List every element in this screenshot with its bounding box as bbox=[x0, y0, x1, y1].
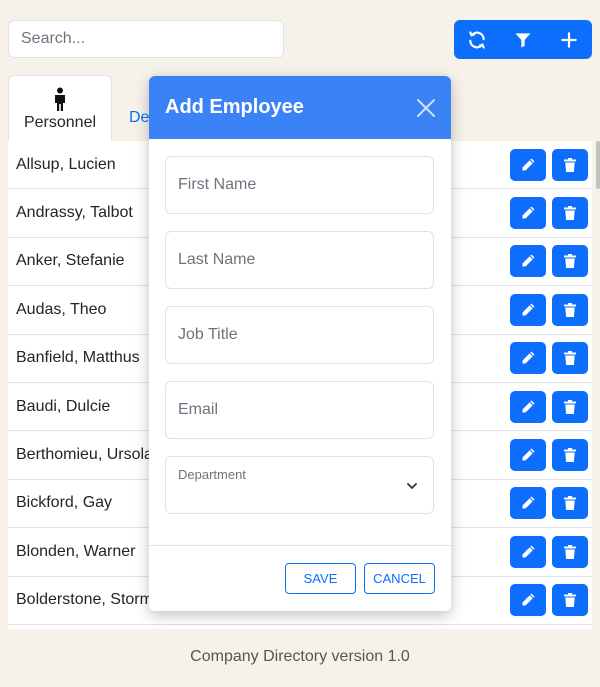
search-input[interactable] bbox=[8, 20, 284, 58]
pencil-icon bbox=[522, 448, 535, 461]
plus-icon bbox=[561, 31, 577, 48]
delete-button[interactable] bbox=[552, 245, 588, 278]
edit-button[interactable] bbox=[510, 293, 546, 326]
scrollbar[interactable] bbox=[596, 141, 600, 189]
delete-button[interactable] bbox=[552, 535, 588, 568]
pencil-icon bbox=[522, 496, 535, 509]
delete-button[interactable] bbox=[552, 390, 588, 423]
job-title-field[interactable]: Job Title bbox=[165, 306, 434, 364]
row-actions bbox=[510, 197, 588, 230]
edit-button[interactable] bbox=[510, 342, 546, 375]
trash-icon bbox=[564, 157, 576, 172]
pencil-icon bbox=[522, 400, 535, 413]
row-actions bbox=[510, 535, 588, 568]
job-title-placeholder: Job Title bbox=[178, 326, 238, 343]
row-actions bbox=[510, 342, 588, 375]
close-icon[interactable] bbox=[415, 97, 437, 119]
delete-button[interactable] bbox=[552, 293, 588, 326]
modal-body: First Name Last Name Job Title Email Dep… bbox=[149, 139, 451, 514]
pencil-icon bbox=[522, 545, 535, 558]
refresh-button[interactable] bbox=[454, 20, 500, 59]
trash-icon bbox=[564, 593, 576, 608]
row-actions bbox=[510, 245, 588, 278]
employee-name: Audas, Theo bbox=[16, 300, 107, 318]
employee-name: Anker, Stefanie bbox=[16, 252, 125, 270]
first-name-placeholder: First Name bbox=[178, 176, 257, 193]
toolbar bbox=[454, 20, 592, 59]
employee-name: Banfield, Matthus bbox=[16, 349, 140, 367]
tab-personnel[interactable]: Personnel bbox=[8, 75, 112, 141]
pencil-icon bbox=[522, 158, 535, 171]
edit-button[interactable] bbox=[510, 439, 546, 472]
row-actions bbox=[510, 487, 588, 520]
edit-button[interactable] bbox=[510, 535, 546, 568]
trash-icon bbox=[564, 496, 576, 511]
trash-icon bbox=[564, 399, 576, 414]
delete-button[interactable] bbox=[552, 487, 588, 520]
tab-departments[interactable]: De bbox=[129, 109, 149, 127]
footer-text: Company Directory version 1.0 bbox=[190, 648, 410, 665]
save-button[interactable]: SAVE bbox=[285, 563, 356, 594]
trash-icon bbox=[564, 351, 576, 366]
row-actions bbox=[510, 584, 588, 617]
employee-name: Allsup, Lucien bbox=[16, 155, 116, 173]
edit-button[interactable] bbox=[510, 197, 546, 230]
add-employee-modal: Add Employee First Name Last Name Job Ti… bbox=[149, 76, 451, 611]
employee-name: Andrassy, Talbot bbox=[16, 204, 133, 222]
employee-name: Baudi, Dulcie bbox=[16, 397, 111, 415]
department-label: Department bbox=[178, 467, 246, 482]
trash-icon bbox=[564, 254, 576, 269]
row-actions bbox=[510, 148, 588, 181]
last-name-placeholder: Last Name bbox=[178, 251, 256, 268]
delete-button[interactable] bbox=[552, 439, 588, 472]
row-actions bbox=[510, 439, 588, 472]
edit-button[interactable] bbox=[510, 487, 546, 520]
trash-icon bbox=[564, 206, 576, 221]
refresh-icon bbox=[469, 30, 485, 49]
email-placeholder: Email bbox=[178, 401, 219, 418]
pencil-icon bbox=[522, 593, 535, 606]
chevron-down-icon bbox=[407, 483, 417, 489]
pencil-icon bbox=[522, 206, 535, 219]
modal-title: Add Employee bbox=[165, 96, 304, 118]
delete-button[interactable] bbox=[552, 197, 588, 230]
delete-button[interactable] bbox=[552, 584, 588, 617]
first-name-field[interactable]: First Name bbox=[165, 156, 434, 214]
edit-button[interactable] bbox=[510, 584, 546, 617]
pencil-icon bbox=[522, 351, 535, 364]
department-select[interactable]: Department bbox=[165, 456, 434, 514]
email-field[interactable]: Email bbox=[165, 381, 434, 439]
trash-icon bbox=[564, 302, 576, 317]
add-button[interactable] bbox=[546, 20, 592, 59]
trash-icon bbox=[564, 448, 576, 463]
filter-button[interactable] bbox=[500, 20, 546, 59]
edit-button[interactable] bbox=[510, 390, 546, 423]
modal-header: Add Employee bbox=[149, 76, 451, 139]
pencil-icon bbox=[522, 254, 535, 267]
last-name-field[interactable]: Last Name bbox=[165, 231, 434, 289]
filter-icon bbox=[515, 32, 531, 47]
pencil-icon bbox=[522, 303, 535, 316]
modal-footer: SAVE CANCEL bbox=[149, 545, 451, 611]
row-actions bbox=[510, 293, 588, 326]
edit-button[interactable] bbox=[510, 148, 546, 181]
delete-button[interactable] bbox=[552, 148, 588, 181]
tab-personnel-label: Personnel bbox=[23, 113, 97, 131]
employee-name: Bolderstone, Storm bbox=[16, 591, 153, 609]
trash-icon bbox=[564, 544, 576, 559]
employee-name: Berthomieu, Ursola bbox=[16, 446, 153, 464]
person-icon bbox=[52, 86, 68, 112]
edit-button[interactable] bbox=[510, 245, 546, 278]
employee-name: Bickford, Gay bbox=[16, 494, 113, 512]
employee-name: Blonden, Warner bbox=[16, 542, 136, 560]
delete-button[interactable] bbox=[552, 342, 588, 375]
cancel-button[interactable]: CANCEL bbox=[364, 563, 435, 594]
row-actions bbox=[510, 390, 588, 423]
